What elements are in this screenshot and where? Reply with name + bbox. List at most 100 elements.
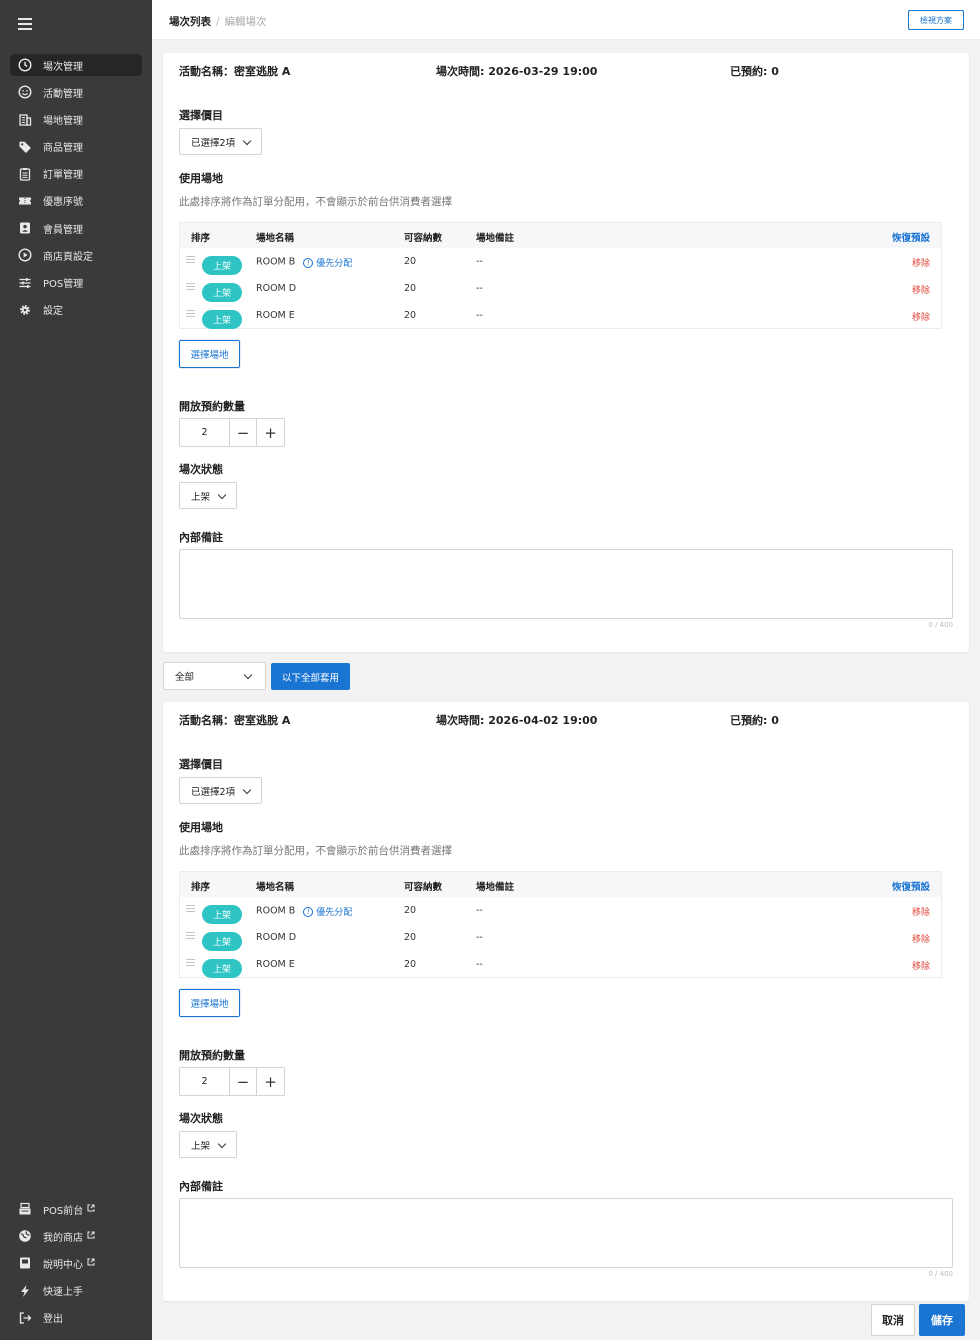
restore-default-link[interactable]: 恢復預設 bbox=[892, 230, 930, 244]
venue-note: -- bbox=[476, 310, 483, 321]
decrement-button[interactable]: − bbox=[230, 1068, 257, 1095]
session-header: 活動名稱：密室逃脫 A 場次時間: 2026-03-29 19:00 已預約: … bbox=[179, 56, 959, 86]
sidebar-item-quickstart[interactable]: 快速上手 bbox=[10, 1280, 142, 1302]
restore-default-link[interactable]: 恢復預設 bbox=[892, 879, 930, 893]
drag-handle-icon[interactable] bbox=[186, 905, 195, 914]
sidebar: 場次管理 活動管理 場地管理 商品管理 訂單管理 優惠序號 會員管理 商店頁設定… bbox=[0, 0, 152, 1340]
drag-handle-icon[interactable] bbox=[186, 959, 195, 968]
choose-venue-button[interactable]: 選擇場地 bbox=[179, 340, 240, 368]
col-capacity: 可容納數 bbox=[404, 233, 443, 244]
sidebar-item-members[interactable]: 會員管理 bbox=[10, 217, 142, 239]
sidebar-item-venues[interactable]: 場地管理 bbox=[10, 108, 142, 130]
sidebar-bottom-nav: POS前台 我的商店 說明中心 快速上手 登出 bbox=[10, 1198, 142, 1334]
external-link-icon bbox=[87, 1204, 95, 1215]
sidebar-nav: 場次管理 活動管理 場地管理 商品管理 訂單管理 優惠序號 會員管理 商店頁設定… bbox=[10, 54, 142, 326]
chevron-down-icon bbox=[243, 670, 253, 680]
sidebar-item-pos-front[interactable]: POS前台 bbox=[10, 1198, 142, 1220]
notes-textarea[interactable] bbox=[179, 549, 953, 619]
remove-link[interactable]: 移除 bbox=[912, 905, 930, 918]
drag-handle-icon[interactable] bbox=[186, 310, 195, 319]
sidebar-item-label: 快速上手 bbox=[43, 1287, 83, 1299]
gear-icon bbox=[18, 303, 32, 317]
breadcrumb-separator: / bbox=[216, 16, 220, 28]
sidebar-item-label: 訂單管理 bbox=[43, 170, 83, 182]
status-badge: 上架 bbox=[202, 283, 242, 302]
sidebar-item-products[interactable]: 商品管理 bbox=[10, 136, 142, 158]
remove-link[interactable]: 移除 bbox=[912, 256, 930, 269]
sidebar-item-label: POS管理 bbox=[43, 279, 84, 290]
col-venue-name: 場地名稱 bbox=[256, 882, 295, 893]
remove-link[interactable]: 移除 bbox=[912, 310, 930, 323]
venue-name: ROOM D bbox=[256, 283, 297, 294]
sliders-icon bbox=[18, 276, 32, 290]
breadcrumb: 場次列表 / 編輯場次 bbox=[169, 14, 267, 29]
price-label: 選擇價目 bbox=[179, 109, 223, 122]
sidebar-item-my-store[interactable]: 我的商店 bbox=[10, 1225, 142, 1247]
remove-link[interactable]: 移除 bbox=[912, 932, 930, 945]
info-icon: ! bbox=[303, 906, 314, 917]
price-select[interactable]: 已選擇2項 bbox=[179, 128, 262, 155]
quantity-input[interactable]: 2 bbox=[180, 419, 230, 446]
venue-capacity: 20 bbox=[404, 310, 417, 321]
sidebar-item-coupons[interactable]: 優惠序號 bbox=[10, 190, 142, 212]
apply-filter-select[interactable]: 全部 bbox=[163, 662, 266, 690]
priority-tag: ! 優先分配 bbox=[303, 256, 352, 269]
bolt-icon bbox=[18, 1284, 32, 1298]
save-button[interactable]: 儲存 bbox=[919, 1304, 965, 1336]
cancel-button[interactable]: 取消 bbox=[871, 1304, 915, 1336]
sidebar-item-settings[interactable]: 設定 bbox=[10, 299, 142, 321]
apply-all-button[interactable]: 以下全部套用 bbox=[271, 663, 350, 690]
venue-table: 排序 場地名稱 可容納數 場地備註 恢復預設 上架 ROOM B! 優先分配 20… bbox=[179, 222, 942, 329]
session-status-value: 上架 bbox=[191, 1140, 211, 1152]
drag-handle-icon[interactable] bbox=[186, 932, 195, 941]
session-status-label: 場次狀態 bbox=[179, 463, 223, 476]
sidebar-item-orders[interactable]: 訂單管理 bbox=[10, 163, 142, 185]
external-link-icon bbox=[87, 1231, 95, 1242]
decrement-button[interactable]: − bbox=[230, 419, 257, 446]
choose-venue-button[interactable]: 選擇場地 bbox=[179, 989, 240, 1017]
notes-counter: 0 / 400 bbox=[928, 621, 953, 629]
venue-label: 使用場地 bbox=[179, 172, 223, 185]
menu-icon[interactable] bbox=[18, 18, 32, 30]
tag-icon bbox=[18, 140, 32, 154]
sidebar-item-label: 登出 bbox=[43, 1314, 63, 1326]
notes-textarea[interactable] bbox=[179, 1198, 953, 1268]
remove-link[interactable]: 移除 bbox=[912, 283, 930, 296]
chevron-down-icon bbox=[217, 1139, 227, 1149]
sidebar-item-storefront[interactable]: 商店頁設定 bbox=[10, 244, 142, 266]
venue-name: ROOM B bbox=[256, 256, 296, 268]
view-plan-button[interactable]: 檢視方案 bbox=[908, 10, 964, 30]
venue-capacity: 20 bbox=[404, 932, 417, 943]
sidebar-item-label: 會員管理 bbox=[43, 224, 83, 236]
increment-button[interactable]: + bbox=[257, 419, 284, 446]
table-row: 上架 ROOM E 20 -- 移除 bbox=[180, 302, 941, 329]
session-status-select[interactable]: 上架 bbox=[179, 482, 237, 509]
remove-link[interactable]: 移除 bbox=[912, 959, 930, 972]
breadcrumb-session-list[interactable]: 場次列表 bbox=[169, 16, 211, 28]
sidebar-item-sessions[interactable]: 場次管理 bbox=[10, 54, 142, 76]
increment-button[interactable]: + bbox=[257, 1068, 284, 1095]
priority-tag: ! 優先分配 bbox=[303, 905, 352, 918]
priority-label: 優先分配 bbox=[316, 908, 353, 918]
venue-table-header: 排序 場地名稱 可容納數 場地備註 恢復預設 bbox=[180, 872, 941, 897]
quantity-stepper: 2 − + bbox=[179, 1067, 285, 1096]
quantity-input[interactable]: 2 bbox=[180, 1068, 230, 1095]
chevron-down-icon bbox=[242, 136, 252, 146]
drag-handle-icon[interactable] bbox=[186, 283, 195, 292]
session-status-select[interactable]: 上架 bbox=[179, 1131, 237, 1158]
venue-capacity: 20 bbox=[404, 256, 417, 267]
drag-handle-icon[interactable] bbox=[186, 256, 195, 265]
sidebar-item-help[interactable]: 說明中心 bbox=[10, 1252, 142, 1274]
sidebar-item-events[interactable]: 活動管理 bbox=[10, 81, 142, 103]
price-select[interactable]: 已選擇2項 bbox=[179, 777, 262, 804]
globe-icon bbox=[18, 1229, 32, 1243]
venue-table: 排序 場地名稱 可容納數 場地備註 恢復預設 上架 ROOM B! 優先分配 20… bbox=[179, 871, 942, 978]
sidebar-item-logout[interactable]: 登出 bbox=[10, 1307, 142, 1329]
venue-hint: 此處排序將作為訂單分配用，不會顯示於前台供消費者選擇 bbox=[179, 845, 452, 857]
table-row: 上架 ROOM D 20 -- 移除 bbox=[180, 924, 941, 951]
sidebar-item-pos[interactable]: POS管理 bbox=[10, 272, 142, 294]
sidebar-item-label: 商品管理 bbox=[43, 143, 83, 155]
notes-label: 內部備註 bbox=[179, 531, 223, 544]
quantity-label: 開放預約數量 bbox=[179, 1049, 245, 1062]
session-card-1: 活動名稱：密室逃脫 A 場次時間: 2026-03-29 19:00 已預約: … bbox=[163, 53, 969, 652]
